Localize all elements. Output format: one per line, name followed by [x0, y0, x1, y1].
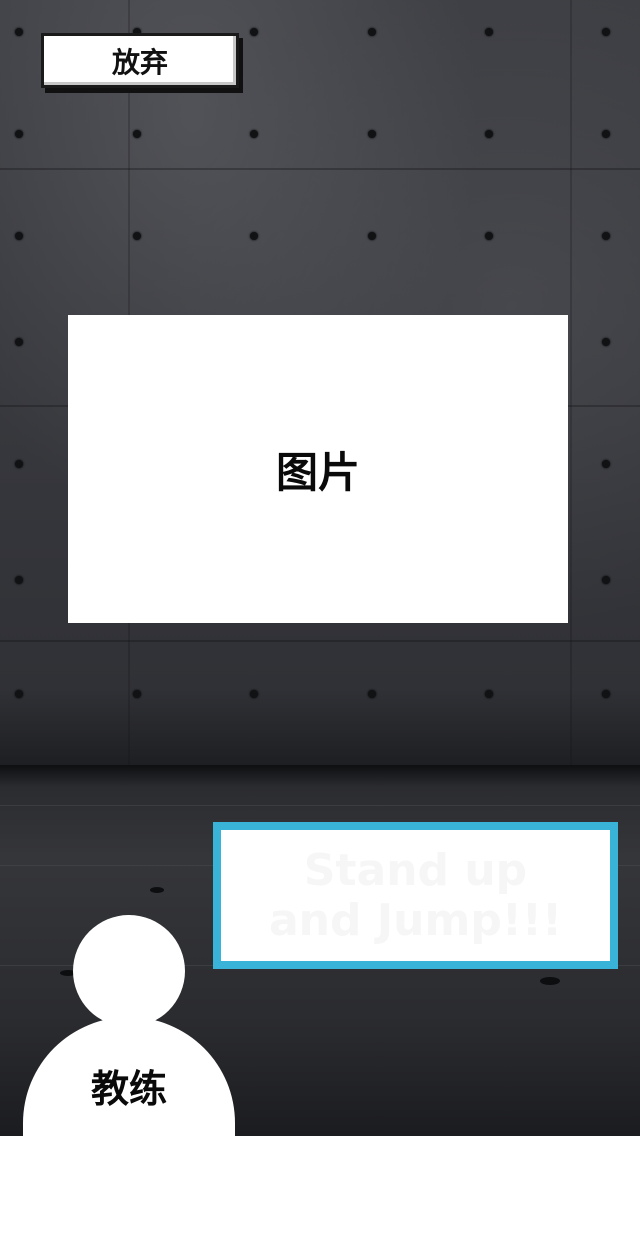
- wall-seam: [570, 0, 572, 765]
- wall-bolt: [15, 28, 23, 36]
- wall-bolt: [133, 232, 141, 240]
- wall-bolt: [485, 130, 493, 138]
- wall-bolt: [485, 232, 493, 240]
- floor-hole: [540, 977, 560, 985]
- wall-bolt: [250, 130, 258, 138]
- coach-avatar-body: [23, 1017, 235, 1257]
- wall-bolt: [133, 690, 141, 698]
- wall-bolt: [250, 28, 258, 36]
- wall-bolt: [15, 690, 23, 698]
- coach-label: 教练: [90, 1067, 167, 1111]
- floor-hole: [150, 887, 164, 893]
- picture-placeholder-label: 图片: [275, 447, 360, 497]
- give-up-button[interactable]: 放弃: [41, 33, 239, 88]
- wall-seam: [0, 168, 640, 170]
- wall-bolt: [250, 232, 258, 240]
- wall-bolt: [368, 690, 376, 698]
- wall-bolt: [485, 690, 493, 698]
- coach-avatar-head: [73, 915, 185, 1027]
- wall-bolt: [485, 28, 493, 36]
- wall-bolt: [15, 576, 23, 584]
- wall-bolt: [368, 232, 376, 240]
- wall-bolt: [15, 460, 23, 468]
- wall-bolt: [15, 232, 23, 240]
- wall-bolt: [602, 232, 610, 240]
- coach-speech-box: Stand up and Jump!!!: [213, 822, 618, 969]
- wall-bolt: [15, 338, 23, 346]
- wall-seam: [0, 640, 640, 642]
- wall-bolt: [133, 130, 141, 138]
- wall-bolt: [602, 460, 610, 468]
- wall-bolt: [602, 130, 610, 138]
- picture-placeholder: 图片: [68, 315, 568, 623]
- wall-bolt: [15, 130, 23, 138]
- wall-bolt: [602, 28, 610, 36]
- wall-bolt: [602, 338, 610, 346]
- floor-seam: [0, 805, 640, 806]
- wall-bolt: [250, 690, 258, 698]
- wall-bolt: [602, 690, 610, 698]
- wall-bolt: [602, 576, 610, 584]
- wall-bolt: [368, 28, 376, 36]
- coach-speech-text: Stand up and Jump!!!: [268, 844, 563, 946]
- wall-bolt: [368, 130, 376, 138]
